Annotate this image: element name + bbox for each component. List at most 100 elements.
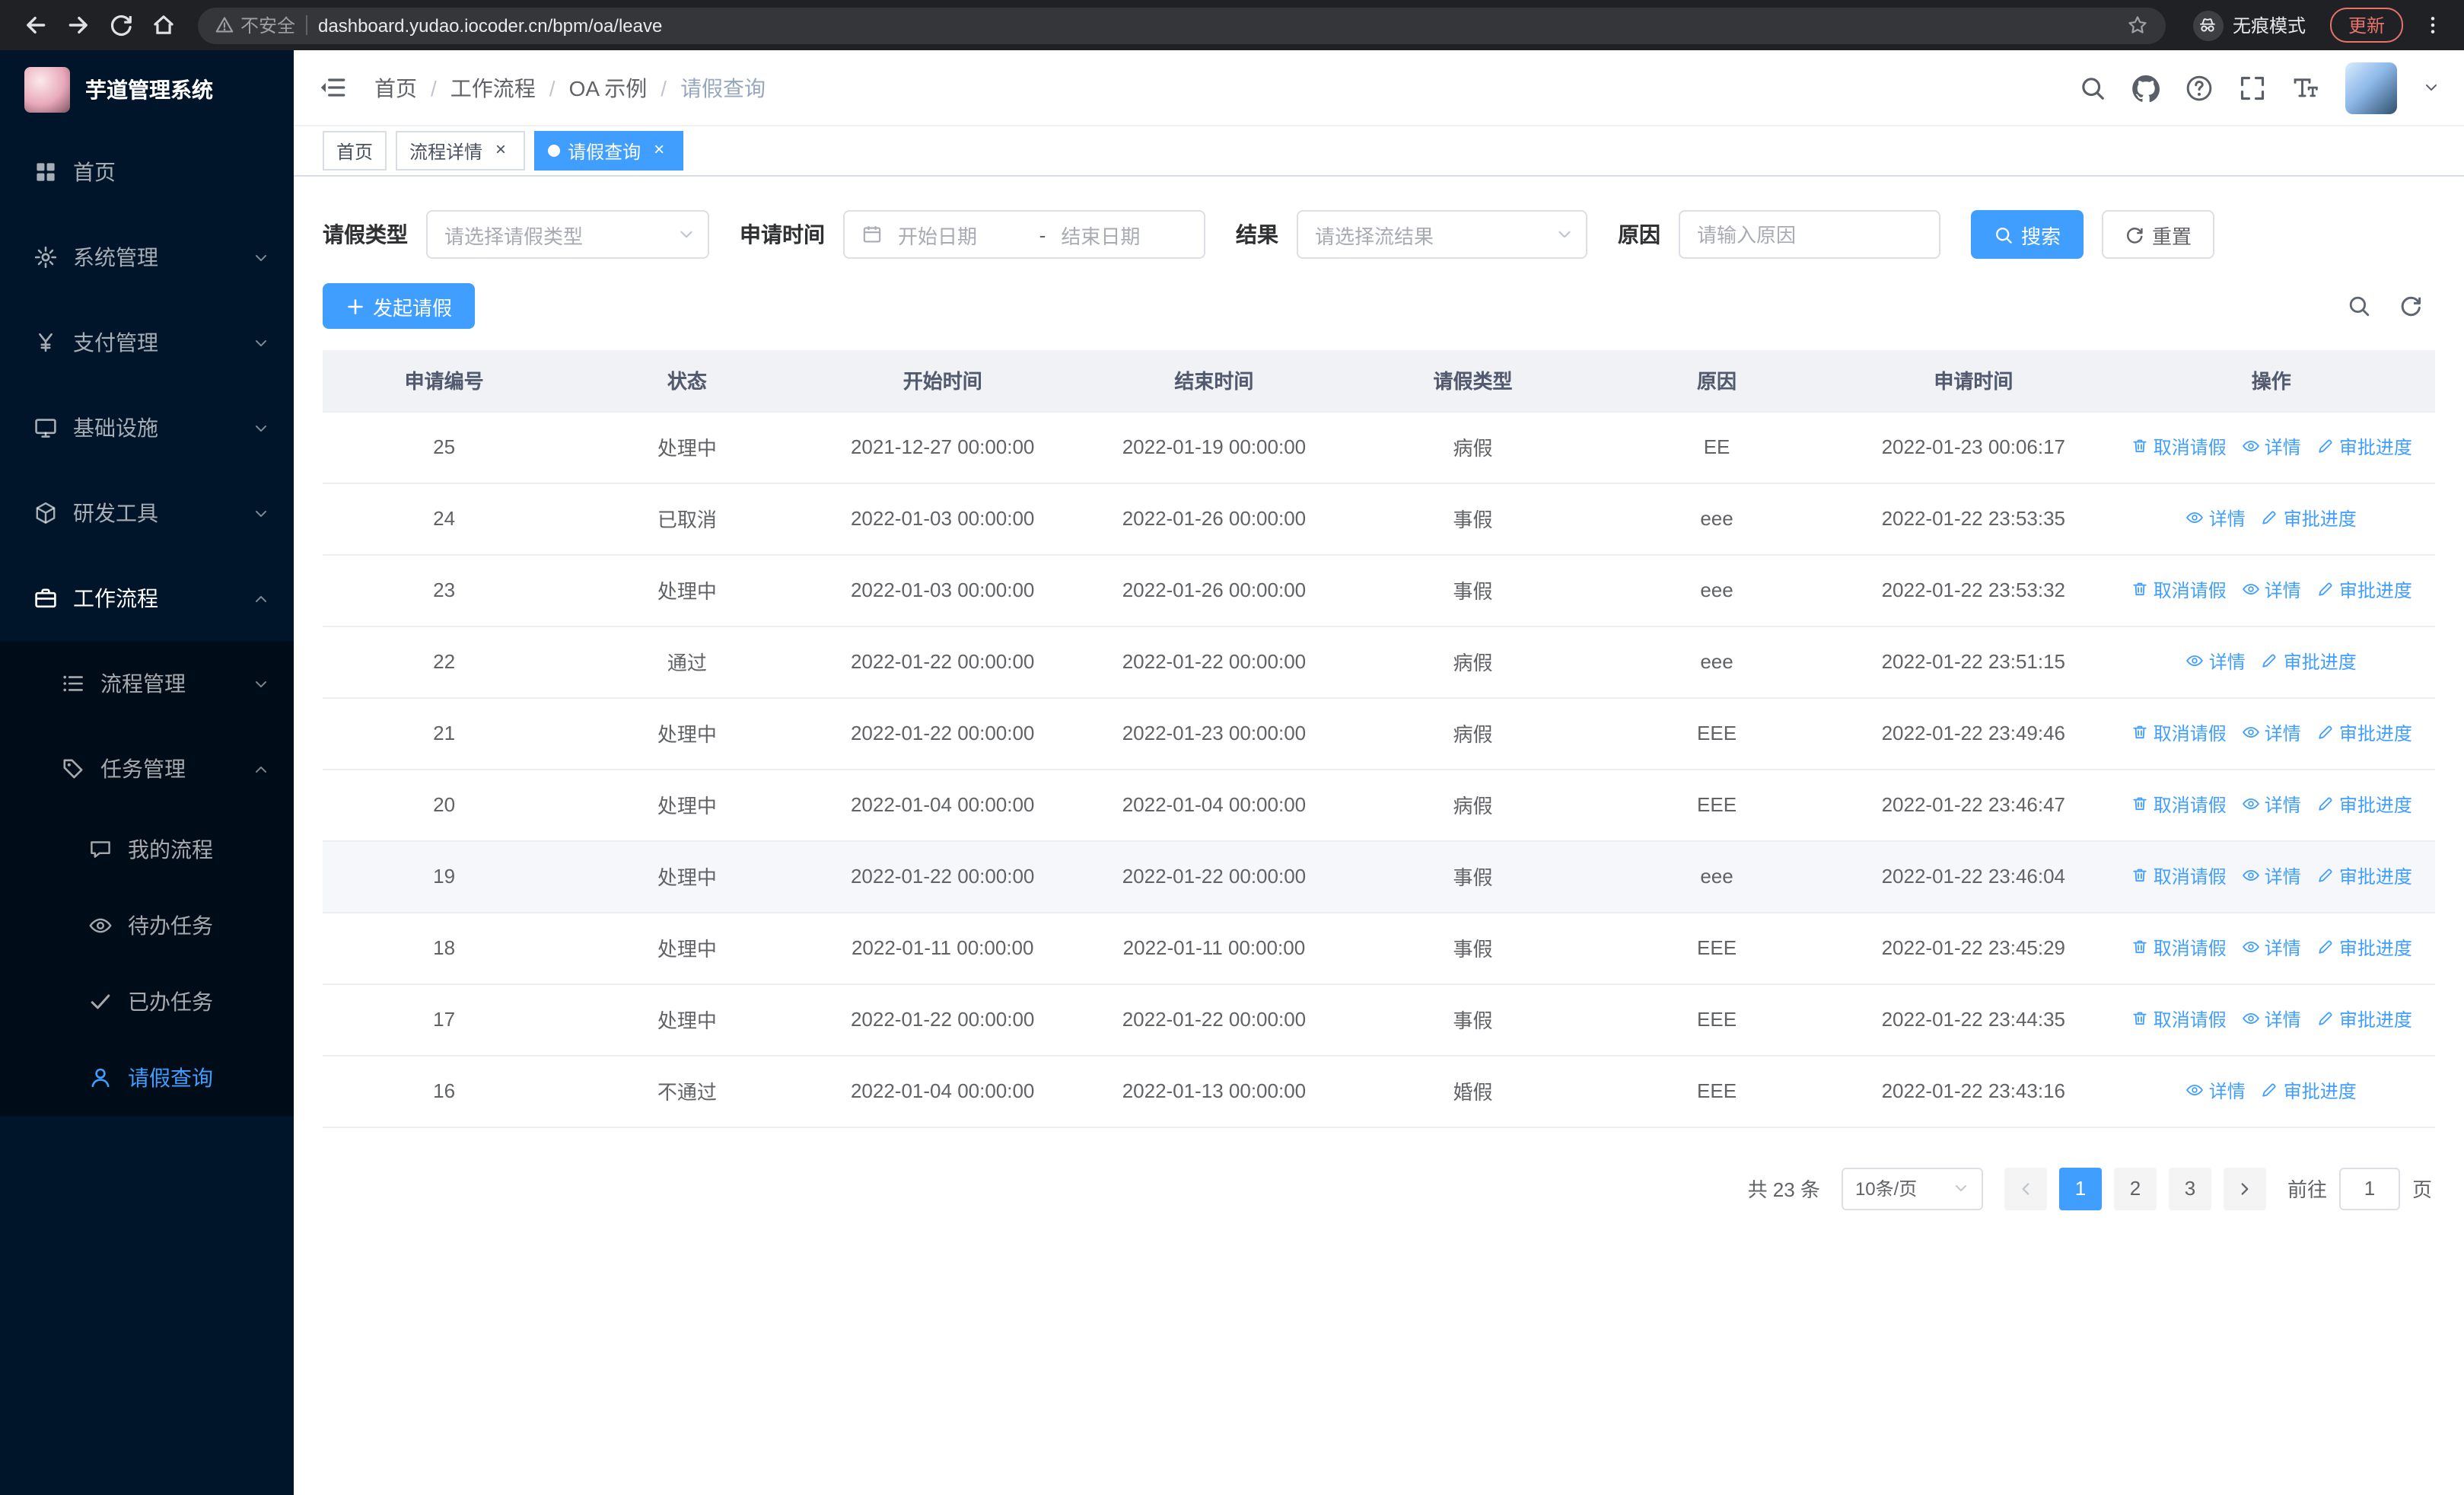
chevron-down-icon [677, 225, 696, 244]
browser-forward-button[interactable] [58, 5, 97, 45]
result-select[interactable]: 请选择流结果 [1297, 210, 1587, 259]
sidebar-item-infra[interactable]: 基础设施 [0, 385, 294, 470]
detail-link[interactable]: 详情 [2242, 577, 2301, 603]
browser-update-button[interactable]: 更新 [2329, 8, 2403, 43]
sidebar-item-workflow[interactable]: 工作流程 [0, 556, 294, 641]
apply-time-range-picker[interactable]: 开始日期 - 结束日期 [843, 210, 1205, 259]
search-icon [1994, 225, 2014, 244]
help-icon[interactable] [2185, 74, 2213, 101]
prev-page-button[interactable] [2004, 1167, 2047, 1210]
sidebar-collapse-icon[interactable] [318, 73, 347, 102]
reason-input[interactable] [1679, 210, 1940, 259]
page-button-2[interactable]: 2 [2113, 1167, 2157, 1210]
page-size-select[interactable]: 10条/页 [1841, 1167, 1983, 1210]
progress-link[interactable]: 审批进度 [2316, 720, 2412, 746]
eye-icon [2242, 795, 2260, 814]
security-indicator[interactable]: 不安全 [215, 12, 295, 38]
apply-time-cell: 2022-01-22 23:43:16 [1839, 1055, 2108, 1127]
search-toggle-icon[interactable] [2347, 294, 2371, 318]
breadcrumb-separator: / [661, 75, 667, 100]
browser-home-button[interactable] [143, 5, 183, 45]
cancel-link[interactable]: 取消请假 [2131, 720, 2227, 746]
goto-page-input[interactable] [2338, 1167, 2400, 1210]
avatar-caret-icon[interactable] [2423, 79, 2440, 96]
cancel-link[interactable]: 取消请假 [2131, 863, 2227, 889]
detail-link[interactable]: 详情 [2186, 1078, 2246, 1104]
progress-link[interactable]: 审批进度 [2316, 863, 2412, 889]
end-time-cell: 2022-01-19 00:00:00 [1076, 411, 1351, 483]
progress-link[interactable]: 审批进度 [2316, 434, 2412, 460]
cancel-link[interactable]: 取消请假 [2131, 434, 2227, 460]
detail-link[interactable]: 详情 [2242, 863, 2301, 889]
progress-link[interactable]: 审批进度 [2261, 505, 2357, 531]
breadcrumb-oa-example[interactable]: OA 示例 [569, 72, 648, 103]
browser-menu-button[interactable] [2415, 8, 2449, 42]
table-refresh-icon[interactable] [2399, 294, 2423, 318]
sidebar-item-payment[interactable]: 支付管理 [0, 300, 294, 385]
create-leave-button[interactable]: 发起请假 [323, 283, 476, 329]
leave-type-cell: 事假 [1351, 912, 1595, 984]
sidebar-item-my-process[interactable]: 我的流程 [0, 811, 294, 888]
apply-time-cell: 2022-01-23 00:06:17 [1839, 411, 2108, 483]
github-icon[interactable] [2132, 74, 2160, 101]
detail-link[interactable]: 详情 [2186, 505, 2246, 531]
browser-back-button[interactable] [15, 5, 55, 45]
font-size-icon[interactable] [2292, 74, 2319, 101]
breadcrumb-home[interactable]: 首页 [374, 72, 417, 103]
cancel-link[interactable]: 取消请假 [2131, 792, 2227, 818]
tag-icon [61, 757, 85, 781]
detail-link[interactable]: 详情 [2186, 649, 2246, 674]
user-avatar[interactable] [2345, 62, 2397, 113]
progress-link[interactable]: 审批进度 [2316, 577, 2412, 603]
cancel-link[interactable]: 取消请假 [2131, 577, 2227, 603]
sidebar-item-task-mgmt[interactable]: 任务管理 [0, 726, 294, 811]
search-button[interactable]: 搜索 [1971, 210, 2084, 259]
progress-link[interactable]: 审批进度 [2316, 935, 2412, 961]
fullscreen-icon[interactable] [2239, 74, 2266, 101]
sidebar-item-process-mgmt[interactable]: 流程管理 [0, 641, 294, 726]
tab-leave-query[interactable]: 请假查询 × [534, 131, 684, 171]
progress-link[interactable]: 审批进度 [2316, 1006, 2412, 1032]
status-cell: 处理中 [565, 554, 809, 626]
close-icon[interactable]: × [490, 139, 511, 161]
start-time-cell: 2022-01-11 00:00:00 [808, 912, 1077, 984]
table-row: 19 处理中 2022-01-22 00:00:00 2022-01-22 00:00… [323, 840, 2435, 913]
close-icon[interactable]: × [648, 139, 670, 161]
sidebar-item-todo-tasks[interactable]: 待办任务 [0, 888, 294, 964]
browser-refresh-button[interactable] [100, 5, 140, 45]
tab-process-detail[interactable]: 流程详情 × [396, 131, 526, 171]
page-button-3[interactable]: 3 [2168, 1167, 2211, 1210]
page-button-1[interactable]: 1 [2058, 1167, 2102, 1210]
detail-link[interactable]: 详情 [2242, 434, 2301, 460]
leave-type-select[interactable]: 请选择请假类型 [426, 210, 709, 259]
tab-home[interactable]: 首页 [323, 131, 387, 171]
app-logo[interactable]: 芋道管理系统 [0, 50, 294, 129]
progress-link[interactable]: 审批进度 [2316, 792, 2412, 818]
trash-icon [2131, 438, 2149, 456]
chevron-down-icon [1953, 1180, 1969, 1197]
sidebar-item-system[interactable]: 系统管理 [0, 215, 294, 300]
sidebar-item-home[interactable]: 首页 [0, 129, 294, 215]
detail-link[interactable]: 详情 [2242, 720, 2301, 746]
detail-link[interactable]: 详情 [2242, 792, 2301, 818]
table-row: 18 处理中 2022-01-11 00:00:00 2022-01-11 00:00… [323, 912, 2435, 984]
next-page-button[interactable] [2223, 1167, 2266, 1210]
sidebar-item-devtools[interactable]: 研发工具 [0, 470, 294, 556]
status-cell: 处理中 [565, 411, 809, 483]
reset-button[interactable]: 重置 [2102, 210, 2215, 259]
cancel-link[interactable]: 取消请假 [2131, 935, 2227, 961]
cancel-link[interactable]: 取消请假 [2131, 1006, 2227, 1032]
address-bar[interactable]: 不安全 dashboard.yudao.iocoder.cn/bpm/oa/le… [198, 7, 2166, 43]
progress-link[interactable]: 审批进度 [2261, 1078, 2357, 1104]
sidebar-item-leave-query[interactable]: 请假查询 [0, 1040, 294, 1116]
progress-link[interactable]: 审批进度 [2261, 649, 2357, 674]
breadcrumb-workflow[interactable]: 工作流程 [450, 72, 536, 103]
sidebar-item-done-tasks[interactable]: 已办任务 [0, 964, 294, 1040]
reason-label: 原因 [1618, 222, 1660, 247]
detail-link[interactable]: 详情 [2242, 935, 2301, 961]
bookmark-star-icon[interactable] [2126, 14, 2149, 37]
sidebar-item-label: 待办任务 [128, 913, 213, 938]
detail-link[interactable]: 详情 [2242, 1006, 2301, 1032]
search-icon[interactable] [2079, 74, 2106, 101]
screen: 不安全 dashboard.yudao.iocoder.cn/bpm/oa/le… [0, 0, 2464, 1495]
